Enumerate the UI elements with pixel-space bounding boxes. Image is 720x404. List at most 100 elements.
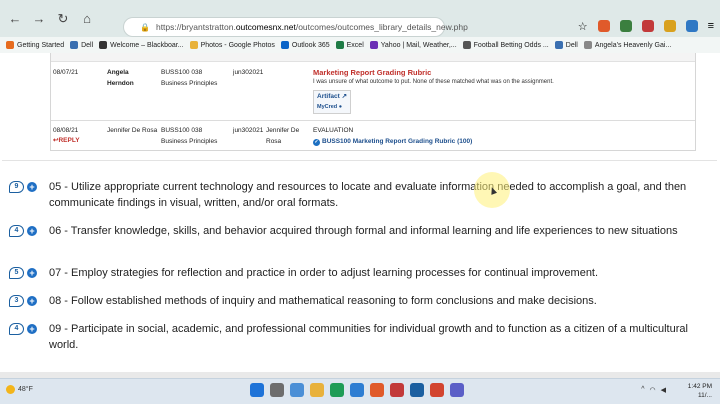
add-icon[interactable]: + bbox=[27, 268, 37, 278]
section-divider bbox=[2, 160, 717, 161]
extension-icon[interactable] bbox=[619, 20, 632, 32]
assessment-table: 08/07/21 Angela Herndon BUSS100 038 Busi… bbox=[50, 53, 696, 151]
powerpoint-icon[interactable] bbox=[430, 383, 444, 397]
bookmark-icon bbox=[99, 41, 108, 49]
back-arrow-icon[interactable]: ← bbox=[6, 10, 24, 28]
outcome-text: 06 - Transfer knowledge, skills, and beh… bbox=[49, 225, 678, 237]
address-bar[interactable]: 🔒 https://bryantstratton. outcomesnx.net /… bbox=[123, 17, 468, 37]
menu-icon[interactable]: ≡ bbox=[708, 20, 714, 33]
comment-count-badge[interactable]: 9 bbox=[9, 181, 24, 193]
word-icon[interactable] bbox=[410, 383, 424, 397]
rubric-title[interactable]: Marketing Report Grading Rubric bbox=[313, 67, 693, 78]
bookmarks-bar: Getting Started Dell Welcome – Blackboar..… bbox=[0, 37, 720, 53]
evaluator-last: Rosa bbox=[266, 138, 282, 145]
url-path: /outcomes/outcomes_library_details_new.p… bbox=[295, 22, 468, 32]
add-icon[interactable]: + bbox=[27, 226, 37, 236]
extension-icon[interactable] bbox=[641, 20, 654, 32]
firefox-icon[interactable] bbox=[370, 383, 384, 397]
mycred-link[interactable]: MyCred ● bbox=[317, 102, 347, 112]
add-icon[interactable]: + bbox=[27, 182, 37, 192]
weather-widget[interactable]: 48°F bbox=[6, 385, 33, 394]
taskbar-apps bbox=[250, 383, 464, 397]
home-icon[interactable]: ⌂ bbox=[78, 10, 96, 28]
clock-date: 11/... bbox=[698, 392, 712, 399]
outcome-item: 3 +08 - Follow established methods of inq… bbox=[0, 293, 720, 313]
volume-icon[interactable]: ◀ bbox=[661, 386, 666, 394]
extension-icon[interactable] bbox=[597, 20, 610, 32]
assessor-name: Jennifer De Rosa bbox=[107, 127, 158, 134]
extension-icon[interactable] bbox=[685, 20, 698, 32]
add-icon[interactable]: + bbox=[27, 296, 37, 306]
bookmark-item[interactable]: Getting Started bbox=[6, 41, 64, 49]
reply-link[interactable]: ↩REPLY bbox=[53, 135, 80, 146]
bookmark-label: Welcome – Blackboar... bbox=[110, 41, 184, 49]
bookmark-item[interactable]: Outlook 365 bbox=[280, 41, 330, 49]
clock[interactable]: 1:42 PM 11/... bbox=[688, 382, 712, 400]
taskbar: 48°F ^ ◠ ◀ 1:42 PM 11/... bbox=[0, 378, 720, 404]
windows-start-icon[interactable] bbox=[250, 383, 264, 397]
outcome-item: 5 +07 - Employ strategies for reflection … bbox=[0, 265, 720, 285]
edge-icon[interactable] bbox=[350, 383, 364, 397]
bookmark-label: Dell bbox=[565, 41, 578, 49]
bookmark-item[interactable]: Dell bbox=[70, 41, 93, 49]
file-explorer-icon[interactable] bbox=[310, 383, 324, 397]
outcome-text: 09 - Participate in social, academic, an… bbox=[49, 323, 688, 351]
outcome-item: 9 +05 - Utilize appropriate current techn… bbox=[0, 179, 720, 213]
comment-count-badge[interactable]: 4 bbox=[9, 225, 24, 237]
bookmark-label: Football Betting Odds ... bbox=[473, 41, 549, 49]
bookmark-item[interactable]: Welcome – Blackboar... bbox=[99, 41, 184, 49]
teams-icon[interactable] bbox=[450, 383, 464, 397]
bookmark-label: Dell bbox=[81, 41, 94, 49]
url-prefix: https://bryantstratton. bbox=[155, 22, 236, 32]
student-first-name: Angela bbox=[107, 69, 129, 76]
check-circle-icon: ✓ bbox=[313, 139, 320, 146]
bookmark-icon bbox=[335, 41, 344, 49]
comment-count-badge[interactable]: 4 bbox=[9, 323, 24, 335]
bookmark-icon bbox=[280, 41, 289, 49]
task-view-icon[interactable] bbox=[290, 383, 304, 397]
page-content: 08/07/21 Angela Herndon BUSS100 038 Busi… bbox=[0, 53, 720, 378]
outcome-item: 4 +09 - Participate in social, academic, … bbox=[0, 321, 720, 355]
comment-count-badge[interactable]: 5 bbox=[9, 267, 24, 279]
bookmark-item[interactable]: Dell bbox=[554, 41, 578, 49]
toolbar-extensions: ☆ ≡ bbox=[578, 20, 714, 33]
student-last-name: Herndon bbox=[107, 80, 134, 87]
term: jun302021 bbox=[233, 127, 264, 134]
star-icon[interactable]: ☆ bbox=[578, 20, 588, 33]
artifact-label: Artifact bbox=[317, 93, 340, 100]
system-tray: ^ ◠ ◀ bbox=[641, 386, 666, 394]
course-code: BUSS100 038 bbox=[161, 127, 203, 134]
bookmark-item[interactable]: Photos - Google Photos bbox=[189, 41, 275, 49]
search-icon[interactable] bbox=[270, 383, 284, 397]
bookmark-item[interactable]: Excel bbox=[335, 41, 364, 49]
bookmark-label: Outlook 365 bbox=[291, 41, 330, 49]
bookmark-item[interactable]: Angela's Heavenly Gai... bbox=[583, 41, 672, 49]
table-row: 08/07/21 Angela Herndon BUSS100 038 Busi… bbox=[51, 67, 695, 121]
rubric-link[interactable]: ✓ BUSS100 Marketing Report Grading Rubric… bbox=[313, 136, 472, 147]
info-icon: ● bbox=[338, 104, 343, 110]
evaluator-first: Jennifer De bbox=[266, 127, 300, 134]
reload-icon[interactable]: ↻ bbox=[54, 10, 72, 28]
bookmark-label: Angela's Heavenly Gai... bbox=[594, 41, 672, 49]
external-link-icon: ↗ bbox=[341, 93, 348, 100]
bookmark-item[interactable]: Football Betting Odds ... bbox=[462, 41, 549, 49]
bookmark-item[interactable]: Yahoo | Mail, Weather,... bbox=[369, 41, 457, 49]
chevron-up-icon[interactable]: ^ bbox=[641, 386, 644, 394]
course-name: Business Principles bbox=[161, 138, 218, 145]
comment-count-badge[interactable]: 3 bbox=[9, 295, 24, 307]
add-icon[interactable]: + bbox=[27, 324, 37, 334]
bookmark-icon bbox=[70, 41, 79, 49]
outcome-text: 07 - Employ strategies for reflection an… bbox=[49, 267, 599, 279]
outcome-text: 08 - Follow established methods of inqui… bbox=[49, 295, 597, 307]
weather-temp: 48°F bbox=[18, 386, 33, 393]
forward-arrow-icon[interactable]: → bbox=[30, 10, 48, 28]
bookmark-icon bbox=[462, 41, 471, 49]
extension-icon[interactable] bbox=[663, 20, 676, 32]
excel-icon[interactable] bbox=[330, 383, 344, 397]
wifi-icon[interactable]: ◠ bbox=[650, 386, 656, 394]
app-icon[interactable] bbox=[390, 383, 404, 397]
bookmark-icon bbox=[369, 41, 378, 49]
bookmark-icon bbox=[583, 41, 592, 49]
artifact-button[interactable]: Artifact ↗ MyCred ● bbox=[313, 90, 352, 114]
screen: ← → ↻ ⌂ 🔒 https://bryantstratton. outcome… bbox=[0, 0, 720, 404]
